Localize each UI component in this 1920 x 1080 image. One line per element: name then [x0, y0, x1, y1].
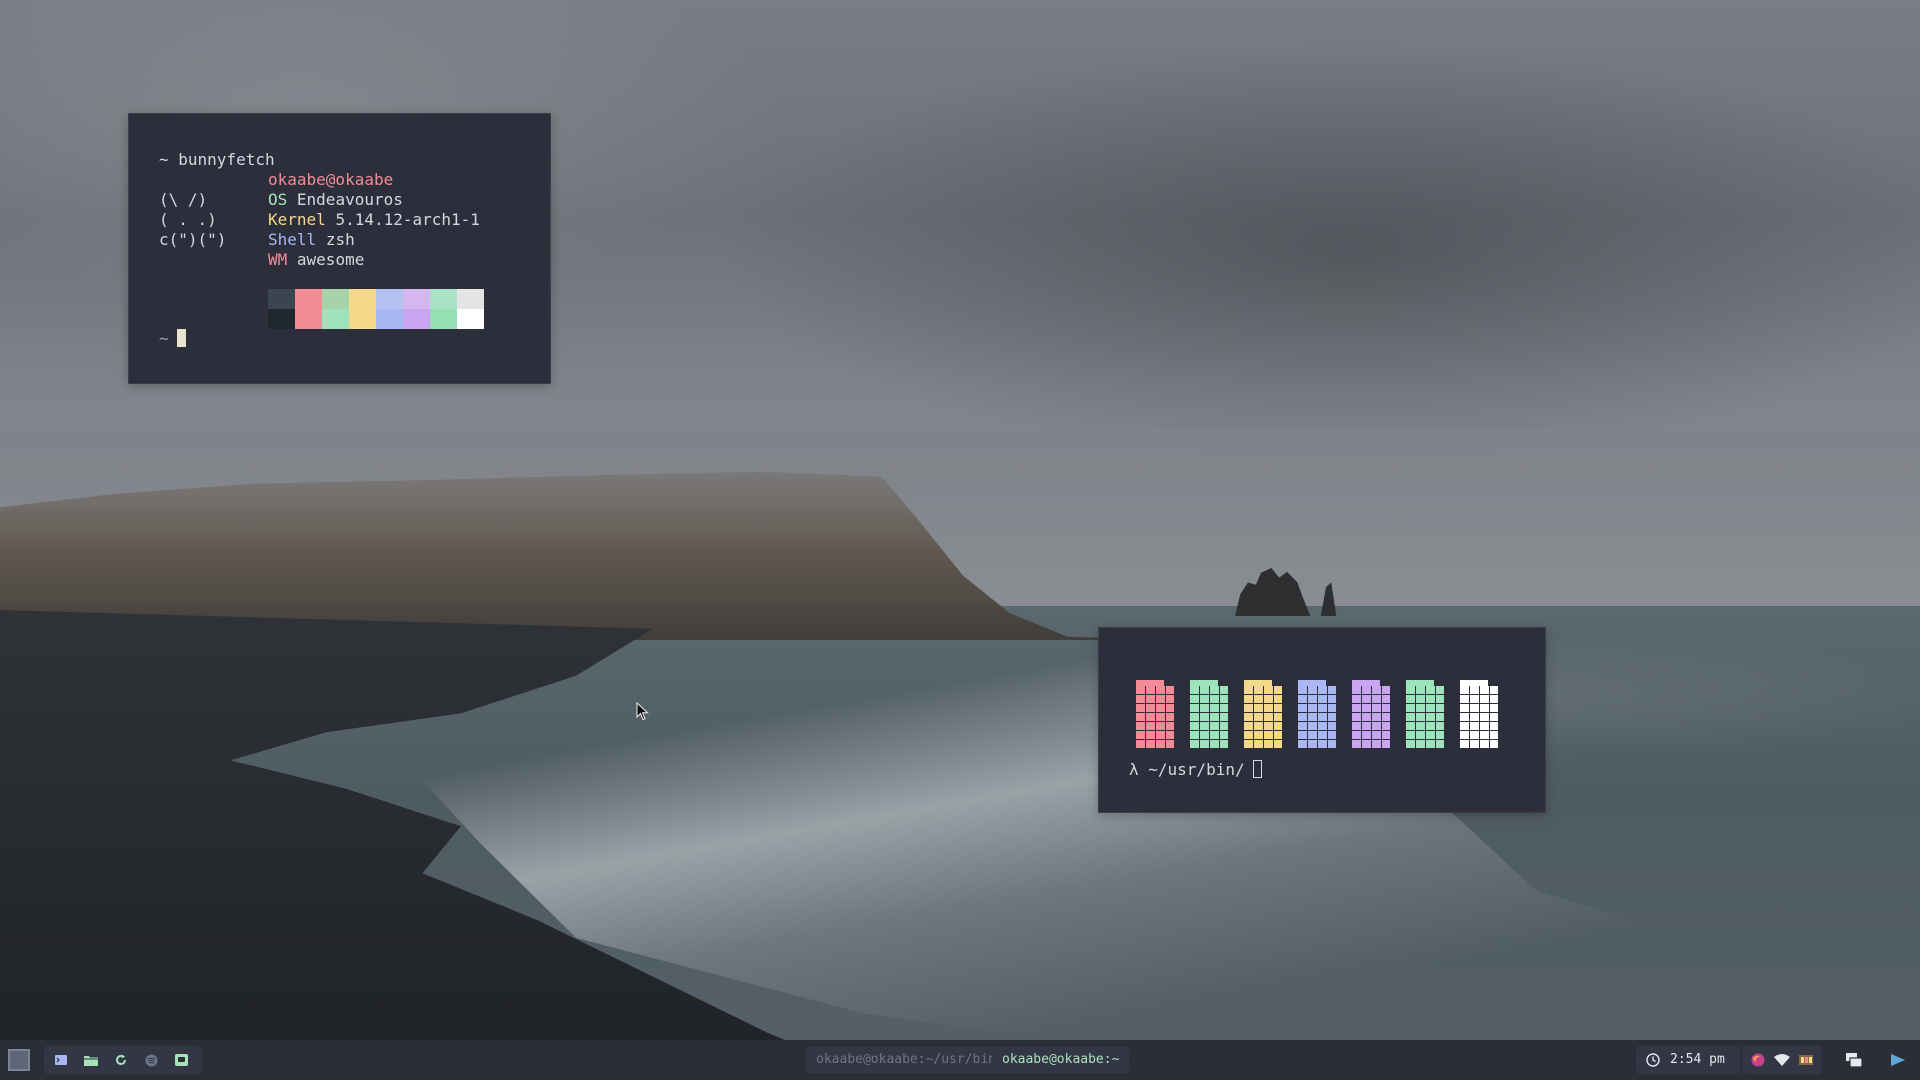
- fog: [0, 430, 1920, 550]
- palette-swatch: [403, 309, 430, 329]
- refresh-icon[interactable]: [106, 1046, 136, 1074]
- palette-swatch: [295, 309, 322, 329]
- palette-swatch: [457, 289, 484, 309]
- prompt-line: λ ~/usr/bin/: [1129, 760, 1262, 780]
- prompt-symbol: ~: [159, 329, 169, 348]
- notification-icon[interactable]: [1884, 1040, 1912, 1080]
- terminal-window-colors[interactable]: λ ~/usr/bin/: [1098, 627, 1546, 813]
- shell-key: Shell: [268, 230, 317, 249]
- palette-swatch: [430, 309, 457, 329]
- palette-swatch: [430, 289, 457, 309]
- battery-color-block: [1136, 680, 1174, 750]
- clock-widget[interactable]: 2:54 pm: [1636, 1046, 1740, 1074]
- battery-color-block: [1406, 680, 1444, 750]
- wifi-icon[interactable]: [1774, 1053, 1790, 1067]
- wm-value: awesome: [296, 250, 365, 269]
- palette-swatch: [349, 289, 376, 309]
- palette-swatch: [457, 309, 484, 329]
- os-value: Endeavouros: [296, 190, 403, 209]
- app-launchers: [44, 1046, 202, 1074]
- palette-swatch: [268, 289, 295, 309]
- battery-color-block: [1244, 680, 1282, 750]
- palette-swatch: [268, 309, 295, 329]
- palette-swatch: [295, 289, 322, 309]
- kernel-value: 5.14.12-arch1-1: [335, 210, 480, 229]
- ascii-line: c(")("): [159, 230, 227, 249]
- prompt-line: ~: [159, 329, 186, 349]
- memory-icon[interactable]: [1798, 1053, 1814, 1067]
- prompt-text: λ ~/usr/bin/: [1129, 760, 1245, 779]
- ascii-line: ( . .): [159, 210, 217, 229]
- firefox-icon[interactable]: [1750, 1053, 1766, 1067]
- battery-color-block: [1460, 680, 1498, 750]
- battery-color-block: [1190, 680, 1228, 750]
- clock-time: 2:54 pm: [1670, 1052, 1725, 1067]
- os-row: OS Endeavouros: [268, 190, 480, 210]
- wm-row: WM awesome: [268, 250, 480, 270]
- battery-color-block: [1352, 680, 1390, 750]
- system-tray: [1742, 1046, 1822, 1074]
- palette-swatch: [322, 289, 349, 309]
- taskbar: okaabe@okaabe:~/usr/bin okaabe@okaabe:~ …: [0, 1040, 1920, 1080]
- palette-swatch: [403, 289, 430, 309]
- layout-toggle-icon[interactable]: [1840, 1040, 1868, 1080]
- palette-swatch: [322, 309, 349, 329]
- launcher-icon[interactable]: [6, 1040, 32, 1080]
- terminal-icon[interactable]: [46, 1046, 76, 1074]
- battery-color-block: [1298, 680, 1336, 750]
- spotify-icon[interactable]: [136, 1046, 166, 1074]
- discord-icon[interactable]: [166, 1046, 196, 1074]
- palette-swatch: [376, 289, 403, 309]
- palette-swatch: [376, 309, 403, 329]
- fetch-output: (\ /) ( . .) c(")(") okaabe@okaabe OS En…: [159, 170, 550, 269]
- shell-value: zsh: [325, 230, 355, 249]
- command-line: ~ bunnyfetch: [159, 150, 275, 169]
- kernel-key: Kernel: [268, 210, 326, 229]
- task-terminal-usr-bin[interactable]: okaabe@okaabe:~/usr/bin: [806, 1047, 1007, 1073]
- ascii-line: (\ /): [159, 190, 208, 209]
- folder-icon[interactable]: [76, 1046, 106, 1074]
- system-info: okaabe@okaabe OS Endeavouros Kernel 5.14…: [268, 170, 480, 270]
- text-cursor: [1252, 760, 1262, 778]
- task-terminal-home[interactable]: okaabe@okaabe:~: [992, 1047, 1130, 1073]
- clock-icon: [1646, 1053, 1660, 1067]
- terminal-window-fetch[interactable]: ~ bunnyfetch (\ /) ( . .) c(")(") okaabe…: [128, 113, 551, 384]
- wm-key: WM: [268, 250, 288, 269]
- shell-row: Shell zsh: [268, 230, 480, 250]
- text-cursor: [176, 329, 186, 347]
- os-key: OS: [268, 190, 288, 209]
- user-host: okaabe@okaabe: [268, 170, 394, 189]
- kernel-row: Kernel 5.14.12-arch1-1: [268, 210, 480, 230]
- palette-swatch: [349, 309, 376, 329]
- bunny-ascii-art: (\ /) ( . .) c(")("): [159, 190, 226, 250]
- color-palette: [268, 289, 484, 329]
